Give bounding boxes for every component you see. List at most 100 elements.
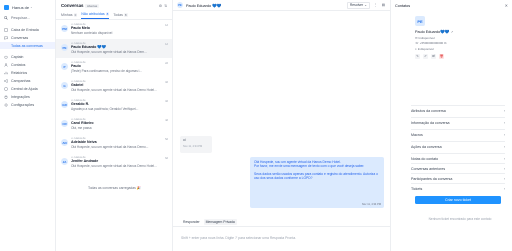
gear-icon [4, 103, 8, 107]
phone-icon: ☏ [415, 41, 419, 45]
contact-phone[interactable]: +5500000000000 [420, 41, 443, 45]
sidebar-item-reports[interactable]: Relatórios [0, 69, 55, 77]
section-contact-notes[interactable]: Notas do contato › [411, 153, 505, 163]
contact-location: Indisponível [417, 46, 434, 51]
search-icon [4, 16, 8, 20]
section-previous-conversations[interactable]: Conversas anteriores › [411, 163, 505, 173]
composer-placeholder: Shift + enter para nova linha. Digite '/… [181, 236, 297, 240]
sidebar-toggle-icon[interactable]: ▤ [381, 3, 386, 8]
tab-mine[interactable]: Minhas 0 [61, 13, 78, 19]
list-item[interactable]: JA ▭ Hanus de Jenifer Andrade Olá Hospede, s… [56, 153, 172, 172]
avatar: PM [61, 25, 68, 32]
sidebar-item-captain[interactable]: Captain [0, 53, 55, 61]
report-icon [4, 71, 8, 75]
list-item[interactable]: CR ▭ Hanus de Carol Ribeiro Olá, me passa 4d [56, 115, 172, 134]
section-conversation-info[interactable]: Informação da conversa › [411, 117, 505, 127]
message-preview: Olá Hospede, sou um agente virtual da Ha… [71, 49, 147, 54]
conversation-time: 3d [165, 100, 168, 103]
list-item[interactable]: PE ▭ Hanus de Paulo Eduardo 💙💙 Olá Hospede, … [56, 39, 172, 58]
resolve-button[interactable]: Resolver ⌄ [346, 1, 370, 9]
message-composer[interactable]: Shift + enter para nova linha. Digite '/… [173, 226, 391, 251]
account-switcher[interactable]: Hanus de ⌄ [0, 0, 55, 14]
message-preview: Olá Hospede, sou um agente virtual da Ha… [71, 87, 157, 92]
sidebar-item-label: Caixa de Entrada [11, 28, 39, 32]
sidebar-item-label: Conversas [11, 36, 29, 40]
message-preview: Olá Hospede, sou um agente virtual da Ha… [71, 163, 157, 168]
section-macros[interactable]: Macros › [411, 129, 505, 139]
chevron-right-icon: › [503, 144, 505, 149]
sidebar-item-label: Configurações [11, 103, 35, 107]
message-preview: Olá Hospede, sou um agente virtual da Ha… [71, 144, 149, 149]
sidebar-item-inbox[interactable]: Caixa de Entrada [0, 26, 55, 34]
sidebar-item-label: Central de Ajuda [11, 87, 38, 91]
filter-icon[interactable]: ⚙ [159, 4, 162, 8]
chevron-right-icon: › [503, 186, 505, 191]
sidebar-item-label: Integrações [11, 95, 30, 99]
help-icon [4, 87, 8, 91]
megaphone-icon [4, 79, 8, 83]
chevron-right-icon: › [503, 108, 505, 113]
list-item[interactable]: GR ▭ Hanus de Geraldo R. Agradeço a sua paci… [56, 96, 172, 115]
message-preview: Olá, me passa [71, 125, 92, 130]
contact-email[interactable]: Indisponível [419, 36, 435, 40]
list-item[interactable]: G ▭ Hanus de Gabriel Olá Hospede, sou um age… [56, 77, 172, 96]
close-icon[interactable]: ✕ [505, 3, 508, 8]
edit-icon[interactable]: ✐ [423, 53, 428, 59]
section-tickets[interactable]: Tickets › [411, 183, 505, 193]
tab-private-note[interactable]: Mensagem Privada [203, 219, 237, 225]
search-placeholder: Pesquisar... [11, 16, 30, 20]
chevron-right-icon: › [503, 132, 505, 137]
sidebar-item-contacts[interactable]: Contatos [0, 61, 55, 69]
section-participants[interactable]: Participantes da conversa › [411, 173, 505, 183]
tab-all[interactable]: Todas 8 [113, 13, 128, 19]
chat-icon [4, 36, 8, 40]
status-badge[interactable]: Abertas [85, 3, 99, 8]
list-item[interactable]: PM ▭ Hanus de Paulo Melo Nenhum conteúdo dis… [56, 20, 172, 39]
delete-icon[interactable]: 🗑 [439, 53, 444, 59]
more-icon[interactable]: ⋮ [373, 3, 378, 8]
avatar: AN [61, 139, 68, 146]
sidebar-item-integrations[interactable]: Integrações [0, 93, 55, 101]
tab-unassigned[interactable]: Não atribuídas 8 [81, 12, 110, 19]
list-item[interactable]: P ▭ Hanus de Paulo (Teste) Para continuarmos… [56, 58, 172, 77]
sidebar-item-label: Campanhas [11, 79, 31, 83]
sidebar-item-campaigns[interactable]: Campanhas [0, 77, 55, 85]
sidebar-item-conversations[interactable]: Conversas [0, 34, 55, 42]
new-ticket-button[interactable]: Criar novo ticket [415, 196, 501, 204]
conversation-time: 6d [165, 157, 168, 160]
plug-icon [4, 95, 8, 99]
sidebar-item-help-center[interactable]: Central de Ajuda [0, 85, 55, 93]
list-item[interactable]: AN ▭ Hanus de Adelaide Neiva Olá Hospede, so… [56, 134, 172, 153]
tab-reply[interactable]: Responder [181, 219, 202, 225]
sidebar-item-settings[interactable]: Configurações [0, 101, 55, 109]
sidebar: Hanus de ⌄ Pesquisar... Caixa de Entrada… [0, 0, 56, 251]
section-conversation-actions[interactable]: Ações da conversa › [411, 141, 505, 151]
message-preview: Agradeço a sua paciência; Geraldo! Verif… [71, 106, 139, 111]
tab-count: 0 [73, 13, 78, 17]
avatar: P [61, 63, 68, 70]
section-conversation-attributes[interactable]: Atributos da conversa › [411, 105, 505, 115]
external-link-icon[interactable]: ↗ [451, 30, 454, 34]
sidebar-search[interactable]: Pesquisar... [0, 14, 55, 22]
location-icon: ⌖ [415, 46, 417, 51]
sort-icon[interactable]: ⇅ [164, 4, 167, 8]
all-loaded-message: Todas as conversas carregadas 🎉 [87, 186, 142, 190]
reply-tabs: Responder Mensagem Privada [181, 219, 237, 225]
chat-contact-name[interactable]: Paulo Eduardo 💙💙 [186, 3, 222, 8]
new-message-icon[interactable]: ✎ [415, 53, 420, 59]
chevron-right-icon: › [503, 120, 505, 125]
avatar: PE [415, 16, 425, 26]
conversation-time: 1d [165, 43, 168, 46]
sidebar-item-all-conversations[interactable]: Todas as conversas [0, 42, 55, 49]
merge-icon[interactable]: ⇄ [431, 53, 436, 59]
inbox-icon [4, 28, 8, 32]
contact-panel: Contatos ✕ PE Paulo Eduardo💙💙 ↗ ✉ Indispo… [391, 0, 512, 251]
avatar: G [61, 82, 68, 89]
avatar: CR [61, 120, 68, 127]
copy-icon[interactable]: ⧉ [444, 41, 446, 45]
conversation-list: Conversas Abertas ⚙ ⇅ Minhas 0 Não atrib… [56, 0, 173, 251]
conversation-time: 5d [165, 138, 168, 141]
message-preview: Nenhum conteúdo disponível [71, 30, 113, 35]
panel-title: Contatos [395, 3, 411, 8]
message-time: Nov 11, 4:34 PM [183, 145, 203, 148]
